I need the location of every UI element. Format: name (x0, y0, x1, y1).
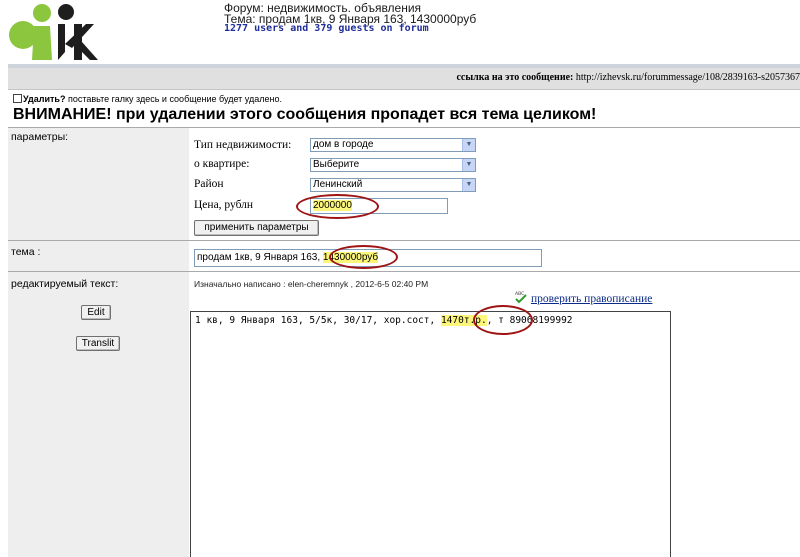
apartment-value: Выберите (313, 159, 360, 170)
original-author-note: Изначально написано : elen-cheremnyk , 2… (194, 279, 429, 289)
delete-hint: поставьте галку здесь и сообщение будет … (67, 94, 282, 104)
site-logo[interactable] (8, 2, 106, 62)
property-type-label: Тип недвижимости: (194, 139, 292, 151)
message-link-url[interactable]: http://izhevsk.ru/forummessage/108/28391… (576, 72, 800, 83)
apply-params-button[interactable]: применить параметры (194, 220, 319, 236)
property-type-value: дом в городе (313, 139, 374, 150)
svg-text:ABC: ABC (515, 291, 524, 297)
chevron-down-icon: ▼ (462, 139, 475, 151)
delete-label: Удалить? (23, 94, 66, 104)
params-label-cell (8, 128, 189, 240)
online-users-count: 1277 users and 379 guests on forum (224, 23, 429, 34)
district-value: Ленинский (313, 179, 363, 190)
message-link-label: ссылка на это сообщение: (456, 72, 574, 83)
apartment-label: о квартире: (194, 158, 250, 170)
apartment-select[interactable]: Выберите ▼ (310, 158, 476, 172)
spellcheck-link[interactable]: проверить правописание (531, 293, 652, 305)
message-text-prefix: 1 кв, 9 Января 163, 5/5к, 30/17, хор.сос… (195, 315, 441, 326)
district-select[interactable]: Ленинский ▼ (310, 178, 476, 192)
delete-warning: ВНИМАНИЕ! при удалении этого сообщения п… (13, 106, 597, 123)
annotation-ring-text-price (473, 305, 533, 335)
delete-row: Удалить? поставьте галку здесь и сообщен… (13, 94, 282, 104)
edit-button[interactable]: Edit (81, 305, 111, 320)
property-type-select[interactable]: дом в городе ▼ (310, 138, 476, 152)
price-label: Цена, рублн (194, 199, 254, 211)
chevron-down-icon: ▼ (462, 159, 475, 171)
translit-button[interactable]: Translit (76, 336, 120, 351)
delete-checkbox[interactable] (13, 94, 22, 103)
message-link: ссылка на это сообщение: http://izhevsk.… (456, 72, 800, 83)
topic-value-prefix: продам 1кв, 9 Января 163, (197, 252, 323, 263)
params-section-label: параметры: (11, 131, 69, 143)
editor-section-label: редактируемый текст: (11, 278, 119, 290)
chevron-down-icon: ▼ (462, 179, 475, 191)
district-label: Район (194, 178, 224, 190)
annotation-ring-price (296, 194, 379, 219)
annotation-ring-topic-price (329, 245, 398, 269)
topic-section-label: тема : (11, 246, 41, 258)
abc-check-icon[interactable]: ABC (514, 290, 528, 304)
message-textarea[interactable] (190, 311, 671, 557)
